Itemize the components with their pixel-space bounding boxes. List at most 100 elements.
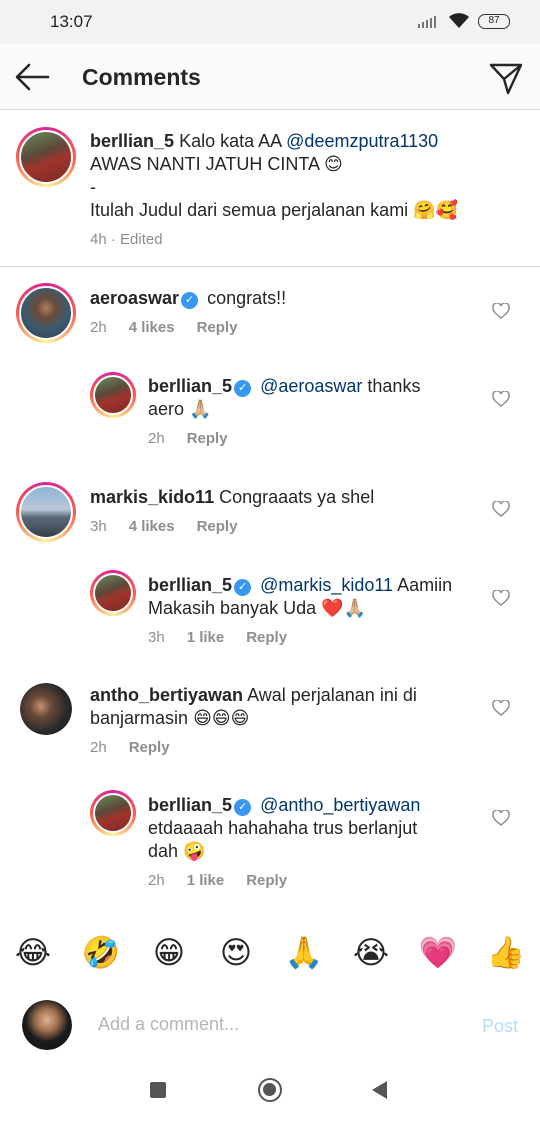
page-title: Comments	[82, 64, 201, 90]
emoji-grin-icon[interactable]: 😁	[149, 933, 189, 973]
comment-mention[interactable]: @antho_bertiyawan	[260, 795, 420, 815]
comment-username[interactable]: berllian_5	[148, 795, 232, 815]
wifi-icon	[449, 13, 469, 28]
comment-time: 2h	[148, 430, 165, 447]
comment-time: 2h	[148, 872, 165, 889]
system-nav-bar	[0, 1060, 540, 1123]
comment-username[interactable]: markis_kido11	[90, 487, 214, 507]
comment-body: congrats!!	[207, 288, 287, 308]
comment-meta: 3h 4 likes Reply	[90, 518, 259, 535]
emoji-growing-heart-icon[interactable]: 💗	[418, 933, 458, 973]
home-icon[interactable]	[258, 1078, 282, 1102]
reply-button[interactable]: Reply	[187, 430, 228, 447]
caption-line3: -	[90, 177, 96, 197]
emoji-heart-eyes-icon[interactable]: 😍	[216, 933, 256, 973]
comment-text: berllian_5 ✓ @aeroaswar thanks aero 🙏🏼	[148, 375, 478, 421]
comment-body: etdaaaah hahahaha trus berlanjut	[148, 818, 418, 838]
post-button[interactable]: Post	[482, 1016, 518, 1037]
reply-button[interactable]: Reply	[129, 739, 170, 756]
comment-emoji: 🤪	[183, 841, 206, 862]
comment-meta: 2h 1 like Reply	[148, 872, 309, 889]
comment-username[interactable]: aeroaswar	[90, 288, 179, 308]
avatar[interactable]	[90, 790, 136, 836]
caption-username[interactable]: berllian_5	[90, 131, 174, 151]
avatar[interactable]	[90, 372, 136, 418]
caption-text: berllian_5 Kalo kata AA @deemzputra1130 …	[90, 130, 520, 222]
heart-outline-icon[interactable]	[492, 391, 510, 407]
heart-outline-icon[interactable]	[492, 501, 510, 517]
comment-text: antho_bertiyawan Awal perjalanan ini di …	[90, 684, 470, 730]
comment-body-cont: banjarmasin	[90, 708, 189, 728]
comment-meta: 2h Reply	[90, 739, 192, 756]
comment-body: Congraaats ya shel	[219, 487, 375, 507]
nav-back-icon[interactable]	[372, 1081, 387, 1099]
emoji-tears-of-joy-icon[interactable]: 😂	[13, 933, 53, 973]
comment-mention[interactable]: @markis_kido11	[260, 575, 393, 595]
comment-body-cont: Makasih banyak Uda	[148, 598, 317, 618]
avatar[interactable]	[16, 482, 76, 542]
status-bar: 13:07 87	[0, 0, 540, 44]
caption-emoji-1: 😊	[324, 154, 343, 175]
comment-text: berllian_5 ✓ @antho_bertiyawan etdaaaah h…	[148, 794, 478, 863]
comment-emoji: 😄😄😄	[193, 708, 250, 729]
emoji-crying-icon[interactable]: 😭	[351, 933, 391, 973]
back-arrow-icon[interactable]	[14, 61, 50, 93]
comment-text: berllian_5 ✓ @markis_kido11 Aamiin Makasi…	[148, 574, 478, 620]
recents-icon[interactable]	[150, 1082, 166, 1098]
verified-badge-icon: ✓	[234, 380, 252, 397]
comment-meta: 3h 1 like Reply	[148, 629, 309, 646]
comment-body-cont: dah	[148, 841, 179, 861]
reply-button[interactable]: Reply	[246, 629, 287, 646]
comment-body: Awal perjalanan ini di	[247, 685, 417, 705]
comment-username[interactable]: berllian_5	[148, 376, 232, 396]
emoji-rofl-icon[interactable]: 🤣	[81, 933, 121, 973]
comment-text: aeroaswar ✓ congrats!!	[90, 287, 470, 310]
verified-badge-icon: ✓	[181, 292, 199, 309]
send-icon[interactable]	[488, 60, 524, 96]
avatar[interactable]	[16, 127, 76, 187]
battery-icon: 87	[478, 13, 510, 29]
likes-count[interactable]: 1 like	[187, 629, 225, 646]
comment-emoji: 🙏🏼	[189, 399, 212, 420]
my-avatar	[22, 1000, 72, 1050]
comment-input[interactable]: Add a comment...	[98, 1014, 239, 1035]
likes-count[interactable]: 4 likes	[129, 518, 175, 535]
comment-meta: 2h Reply	[148, 430, 250, 447]
emoji-thumbs-up-icon[interactable]: 👍	[486, 933, 526, 973]
avatar[interactable]	[20, 683, 72, 735]
avatar[interactable]	[90, 570, 136, 616]
heart-outline-icon[interactable]	[492, 810, 510, 826]
comment-meta: 2h 4 likes Reply	[90, 319, 259, 336]
post-caption: berllian_5 Kalo kata AA @deemzputra1130 …	[0, 111, 540, 267]
comment-composer: Add a comment... Post	[0, 990, 540, 1060]
comment-emoji: ❤️🙏🏼	[321, 598, 366, 619]
status-icons: 87	[418, 13, 510, 29]
reply-button[interactable]: Reply	[197, 518, 238, 535]
comment-time: 3h	[90, 518, 107, 535]
caption-mention[interactable]: @deemzputra1130	[286, 131, 438, 151]
comment-body-cont: aero	[148, 399, 185, 419]
status-time: 13:07	[50, 12, 93, 31]
comment-time: 2h	[90, 319, 107, 336]
likes-count[interactable]: 4 likes	[129, 319, 175, 336]
caption-line1: Kalo kata AA	[179, 131, 282, 151]
emoji-pray-icon[interactable]: 🙏	[284, 933, 324, 973]
heart-outline-icon[interactable]	[492, 700, 510, 716]
heart-outline-icon[interactable]	[492, 303, 510, 319]
verified-badge-icon: ✓	[234, 799, 252, 816]
comment-mention[interactable]: @aeroaswar	[260, 376, 362, 396]
quick-emoji-bar: 😂 🤣 😁 😍 🙏 😭 💗 👍	[0, 933, 540, 983]
likes-count[interactable]: 1 like	[187, 872, 225, 889]
verified-badge-icon: ✓	[234, 579, 252, 596]
signal-icon	[418, 16, 436, 28]
caption-meta: 4h · Edited	[90, 231, 163, 248]
reply-button[interactable]: Reply	[197, 319, 238, 336]
comment-username[interactable]: berllian_5	[148, 575, 232, 595]
heart-outline-icon[interactable]	[492, 590, 510, 606]
caption-line2: AWAS NANTI JATUH CINTA	[90, 154, 320, 174]
reply-button[interactable]: Reply	[246, 872, 287, 889]
avatar[interactable]	[16, 283, 76, 343]
comment-text: markis_kido11 Congraaats ya shel	[90, 486, 470, 509]
comment-time: 2h	[90, 739, 107, 756]
comment-username[interactable]: antho_bertiyawan	[90, 685, 243, 705]
